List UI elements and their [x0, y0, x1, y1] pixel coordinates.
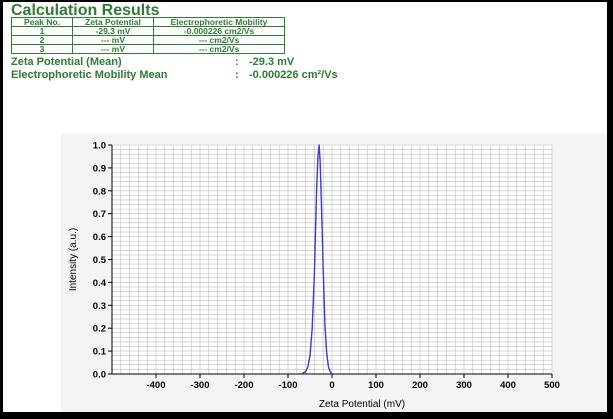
report-frame: Calculation Results Peak No. Zeta Potent… [3, 2, 607, 412]
cell-mobility: --- cm2/Vs [153, 44, 285, 54]
peak-table: Peak No. Zeta Potential Electrophoretic … [11, 17, 285, 54]
y-tick-label: 0.5 [93, 255, 107, 266]
mobility-mean-label: Electrophoretic Mobility Mean [11, 69, 168, 81]
table-row: 3 --- mV --- cm2/Vs [11, 44, 285, 54]
y-tick-label: 1.0 [93, 141, 106, 152]
mobility-mean-colon: : [235, 69, 239, 81]
y-tick-label: 0.8 [93, 186, 106, 197]
x-tick-label: 200 [412, 380, 428, 391]
x-tick-label: -300 [190, 380, 209, 391]
x-tick-label: 300 [456, 380, 472, 391]
x-tick-label: -400 [146, 380, 165, 391]
zeta-mean-colon: : [235, 56, 239, 68]
y-axis-title: Intensity (a.u.) [68, 228, 79, 291]
y-tick-label: 0.6 [93, 232, 106, 243]
mobility-mean-value: -0.000226 cm²/Vs [249, 69, 338, 81]
chart-area: 0.0 0.1 0.2 0.3 0.4 0.5 0.6 0.7 0.8 0.9 1.0 -400 -30… [61, 134, 607, 412]
x-axis-title: Zeta Potential (mV) [319, 399, 405, 410]
x-tick-label: -200 [234, 380, 253, 391]
y-tick-label: 0.2 [93, 324, 106, 335]
table-row: 2 --- mV --- cm2/Vs [11, 35, 285, 45]
zeta-mean-value: -29.3 mV [249, 56, 295, 68]
y-tick-label: 0.3 [93, 301, 106, 312]
y-tick-label: 0.4 [93, 278, 107, 289]
zeta-distribution-chart: 0.0 0.1 0.2 0.3 0.4 0.5 0.6 0.7 0.8 0.9 1.0 -400 -30… [68, 141, 560, 411]
y-tick-label: 0.0 [93, 370, 106, 381]
y-tick-label: 0.7 [93, 209, 106, 220]
x-tick-label: 0 [329, 380, 334, 391]
x-tick-label: 100 [368, 380, 384, 391]
x-tick-label: 500 [544, 380, 560, 391]
cell-peak-no: 3 [11, 44, 73, 54]
x-tick-label: 400 [500, 380, 516, 391]
zeta-mean-label: Zeta Potential (Mean) [11, 56, 122, 68]
x-tick-label: -100 [278, 380, 297, 391]
y-tick-label: 0.9 [93, 163, 106, 174]
table-row: 1 -29.3 mV -0.000226 cm2/Vs [11, 26, 285, 36]
cell-zeta: --- mV [72, 44, 154, 54]
y-tick-label: 0.1 [93, 347, 107, 358]
